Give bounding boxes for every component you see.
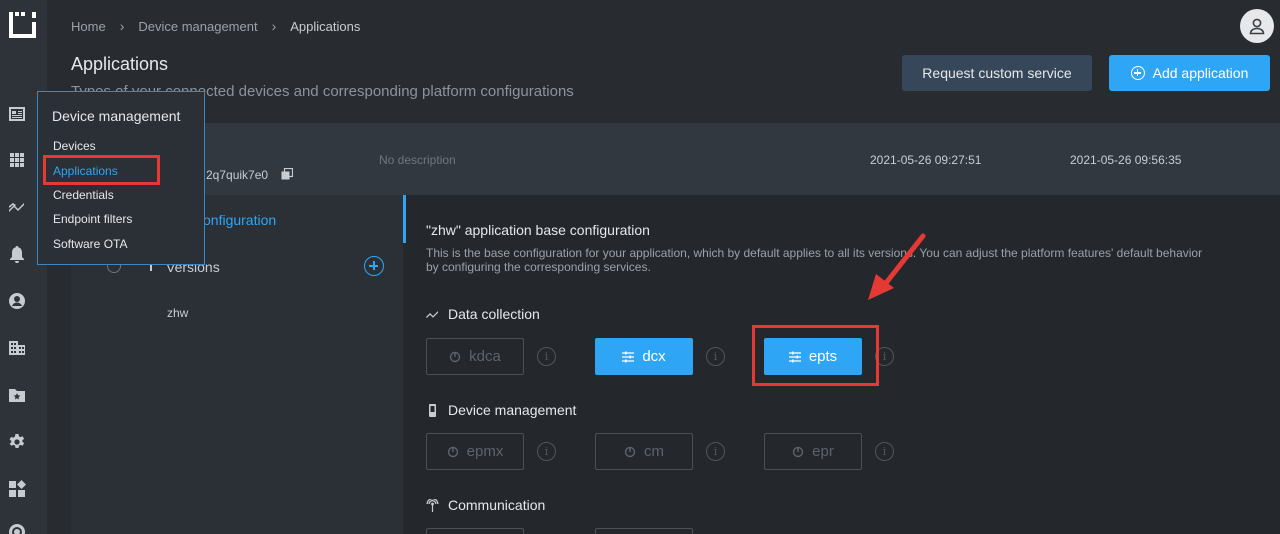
breadcrumb-chevron-icon: › <box>119 18 125 34</box>
power-icon <box>449 351 461 362</box>
service-name: dcx <box>642 348 666 365</box>
section-data-collection: Data collection <box>426 306 540 322</box>
service-name: epr <box>812 443 834 460</box>
tune-icon <box>622 351 635 362</box>
config-description: This is the base configuration for your … <box>426 246 1203 274</box>
breadcrumb-home[interactable]: Home <box>71 19 106 34</box>
analytics-icon[interactable] <box>7 197 27 217</box>
dropdown-item-credentials[interactable]: Credentials <box>53 188 114 202</box>
service-cm-button[interactable]: cm <box>595 433 693 470</box>
left-nav-rail <box>0 0 47 534</box>
dropdown-item-endpoint-filters[interactable]: Endpoint filters <box>53 212 132 226</box>
service-name: kdca <box>469 348 501 365</box>
add-circle-icon <box>1130 66 1145 80</box>
section-device-management: Device management <box>426 402 576 418</box>
service-kdca-button[interactable]: kdca <box>426 338 524 375</box>
widgets-icon[interactable] <box>7 479 27 499</box>
request-custom-service-button[interactable]: Request custom service <box>902 55 1092 91</box>
info-icon[interactable]: i <box>537 347 556 366</box>
dashboard-icon[interactable] <box>7 104 27 124</box>
dropdown-item-devices[interactable]: Devices <box>53 139 96 153</box>
power-icon <box>624 446 636 457</box>
dropdown-item-software-ota[interactable]: Software OTA <box>53 237 127 251</box>
account-avatar-icon[interactable] <box>1240 9 1274 43</box>
breadcrumb-chevron-icon: › <box>271 18 277 34</box>
annotation-highlight-box <box>752 325 879 386</box>
application-updated-date: 2021-05-26 09:56:35 <box>1070 153 1182 167</box>
application-description: No description <box>379 153 456 167</box>
info-icon[interactable]: i <box>706 347 725 366</box>
service-name: epmx <box>466 443 504 460</box>
gear-icon[interactable] <box>7 432 27 452</box>
page-title: Applications <box>71 54 169 74</box>
breadcrumb-current: Applications <box>290 18 361 34</box>
section-title: Device management <box>448 402 577 418</box>
logo-icon[interactable] <box>9 12 36 38</box>
service-button-partial[interactable] <box>595 528 693 534</box>
service-epr-button[interactable]: epr <box>764 433 862 470</box>
application-created-date: 2021-05-26 09:27:51 <box>870 153 982 167</box>
info-icon[interactable]: i <box>706 442 725 461</box>
section-title: Data collection <box>448 306 540 322</box>
power-icon <box>447 446 458 457</box>
bell-icon[interactable] <box>7 244 27 264</box>
starred-folder-icon[interactable] <box>7 385 27 405</box>
add-version-button[interactable] <box>364 256 384 276</box>
service-dcx-button[interactable]: dcx <box>595 338 693 375</box>
trend-icon <box>426 310 438 318</box>
add-application-button[interactable]: Add application <box>1109 55 1270 91</box>
apps-grid-icon[interactable] <box>7 150 27 170</box>
selected-indicator <box>403 195 406 243</box>
application-id: 2q7quik7e0 <box>206 168 269 182</box>
antenna-icon <box>426 498 439 512</box>
power-icon <box>792 446 804 457</box>
section-title: Communication <box>448 497 546 513</box>
support-icon[interactable] <box>7 522 27 534</box>
service-epmx-button[interactable]: epmx <box>426 433 524 470</box>
base-configuration-link[interactable]: onfiguration <box>203 212 276 228</box>
building-icon[interactable] <box>7 338 27 358</box>
info-icon[interactable]: i <box>537 442 556 461</box>
phone-icon <box>429 403 436 417</box>
copy-icon[interactable] <box>281 168 293 180</box>
service-button-partial[interactable] <box>426 528 524 534</box>
service-name: cm <box>644 443 664 460</box>
info-icon[interactable]: i <box>875 442 894 461</box>
version-item[interactable]: zhw <box>167 306 188 320</box>
user-icon[interactable] <box>7 291 27 311</box>
breadcrumb-device-management[interactable]: Device management <box>138 19 257 34</box>
add-application-label: Add application <box>1152 65 1249 81</box>
section-communication: Communication <box>426 497 545 513</box>
breadcrumb: Home › Device management › Applications <box>71 18 360 34</box>
annotation-highlight-box <box>43 155 160 185</box>
config-title: "zhw" application base configuration <box>426 222 650 238</box>
annotation-arrow-icon <box>868 233 926 300</box>
dropdown-title: Device management <box>52 108 181 124</box>
